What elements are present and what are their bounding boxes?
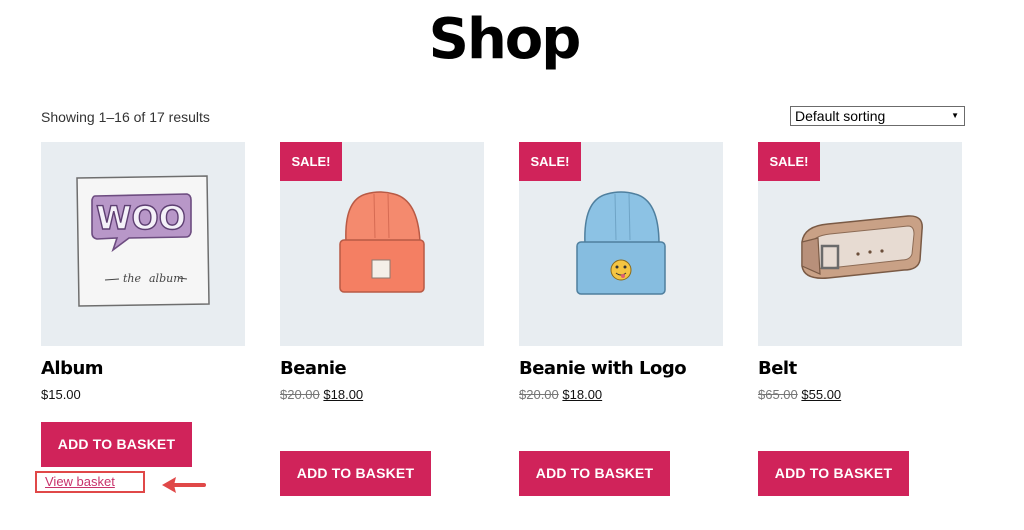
product-price: $65.00 $55.00 [758,387,841,402]
add-to-basket-button[interactable]: ADD TO BASKET [41,422,192,467]
svg-text:WOO: WOO [96,199,186,237]
original-price: $20.00 [280,387,320,402]
shop-page: Shop Showing 1–16 of 17 results Default … [0,0,1024,530]
add-to-basket-button[interactable]: ADD TO BASKET [519,451,670,496]
original-price: $65.00 [758,387,798,402]
album-illustration: WOO the album [76,175,210,307]
product-title[interactable]: Beanie with Logo [519,358,687,379]
sale-badge: SALE! [758,142,820,181]
sort-select-value: Default sorting [795,108,886,124]
sale-price: $18.00 [323,387,364,402]
arrow-left-icon [162,477,206,493]
product-card-belt: SALE! Belt $65.00 $55.00 ADD TO BASKET [758,142,962,496]
sale-price: $55.00 [801,387,842,402]
product-title[interactable]: Beanie [280,358,347,379]
product-image-beanie-with-logo[interactable]: SALE! [519,142,723,346]
svg-text:album: album [149,272,184,285]
original-price: $20.00 [519,387,559,402]
product-image-beanie[interactable]: SALE! [280,142,484,346]
svg-text:the: the [123,272,142,285]
product-card-beanie-with-logo: SALE! Beanie with Logo $20.00 $18.00 ADD… [519,142,723,496]
product-price: $20.00 $18.00 [280,387,363,402]
product-card-beanie: SALE! Beanie $20.00 $18.00 ADD TO BASKET [280,142,484,496]
view-basket-link[interactable]: View basket [35,471,145,493]
sale-badge: SALE! [519,142,581,181]
add-to-basket-button[interactable]: ADD TO BASKET [280,451,431,496]
current-price: $15.00 [41,387,81,402]
add-to-basket-button[interactable]: ADD TO BASKET [758,451,909,496]
page-title: Shop [428,7,582,72]
product-price: $20.00 $18.00 [519,387,602,402]
chevron-down-icon: ▼ [951,111,959,120]
sale-price: $18.00 [562,387,603,402]
result-count: Showing 1–16 of 17 results [41,109,210,125]
product-title[interactable]: Album [41,358,104,379]
sort-select[interactable]: Default sorting ▼ [790,106,965,126]
sale-badge: SALE! [280,142,342,181]
product-image-album[interactable]: WOO the album [41,142,245,346]
product-card-album: WOO the album Album $15.00 ADD TO BASKET [41,142,245,467]
product-price: $15.00 [41,387,81,402]
product-title[interactable]: Belt [758,358,797,379]
product-image-belt[interactable]: SALE! [758,142,962,346]
